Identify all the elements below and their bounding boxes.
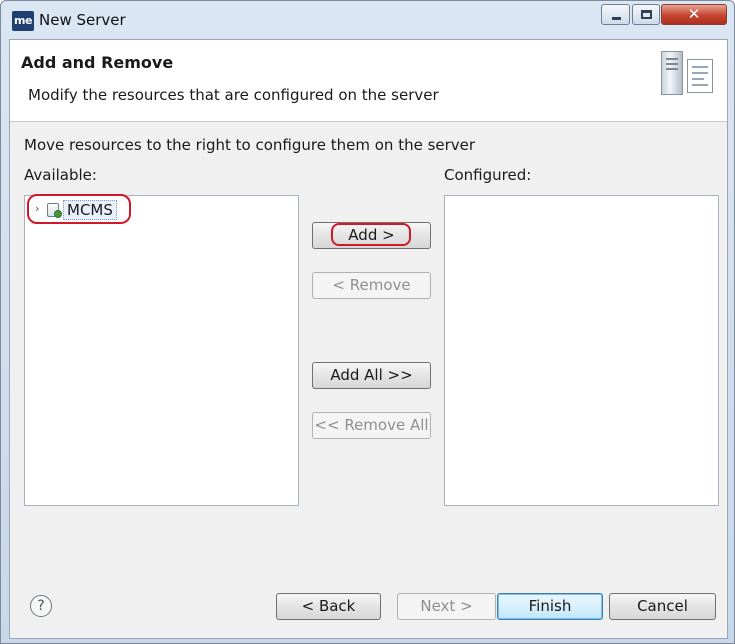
expand-arrow-icon[interactable]: › bbox=[35, 202, 39, 215]
page-title: Add and Remove bbox=[21, 53, 174, 72]
minimize-button[interactable] bbox=[601, 4, 630, 25]
server-badge-icon bbox=[54, 210, 62, 218]
remove-all-button[interactable]: << Remove All bbox=[312, 412, 431, 439]
configured-label: Configured: bbox=[444, 166, 532, 184]
new-server-window: me New Server ✕ Add and Remove Modify th… bbox=[0, 0, 735, 644]
server-banner-icon bbox=[661, 49, 715, 101]
add-all-button[interactable]: Add All >> bbox=[312, 362, 431, 389]
dialog-client-area: Add and Remove Modify the resources that… bbox=[9, 39, 728, 639]
help-icon[interactable]: ? bbox=[30, 595, 52, 617]
close-button[interactable]: ✕ bbox=[661, 4, 727, 25]
available-label: Available: bbox=[24, 166, 97, 184]
close-icon: ✕ bbox=[687, 5, 701, 23]
page-description: Modify the resources that are configured… bbox=[28, 86, 439, 104]
next-button[interactable]: Next > bbox=[397, 593, 496, 620]
instruction-text: Move resources to the right to configure… bbox=[24, 136, 476, 154]
back-button[interactable]: < Back bbox=[276, 593, 381, 620]
finish-button[interactable]: Finish bbox=[497, 593, 603, 620]
maximize-icon bbox=[641, 10, 652, 19]
add-button-label: Add > bbox=[348, 226, 395, 244]
remove-button[interactable]: < Remove bbox=[312, 272, 431, 299]
add-button[interactable]: Add > bbox=[312, 222, 431, 249]
title-bar[interactable]: me New Server ✕ bbox=[1, 1, 734, 39]
wizard-header: Add and Remove Modify the resources that… bbox=[10, 40, 727, 122]
configured-list[interactable] bbox=[444, 195, 719, 506]
window-title: New Server bbox=[39, 11, 126, 29]
app-icon: me bbox=[12, 11, 34, 31]
tree-item-label[interactable]: MCMS bbox=[63, 200, 117, 220]
maximize-button[interactable] bbox=[632, 4, 660, 25]
cancel-button[interactable]: Cancel bbox=[609, 593, 716, 620]
minimize-icon bbox=[612, 17, 621, 20]
available-list[interactable]: › MCMS bbox=[24, 194, 299, 506]
